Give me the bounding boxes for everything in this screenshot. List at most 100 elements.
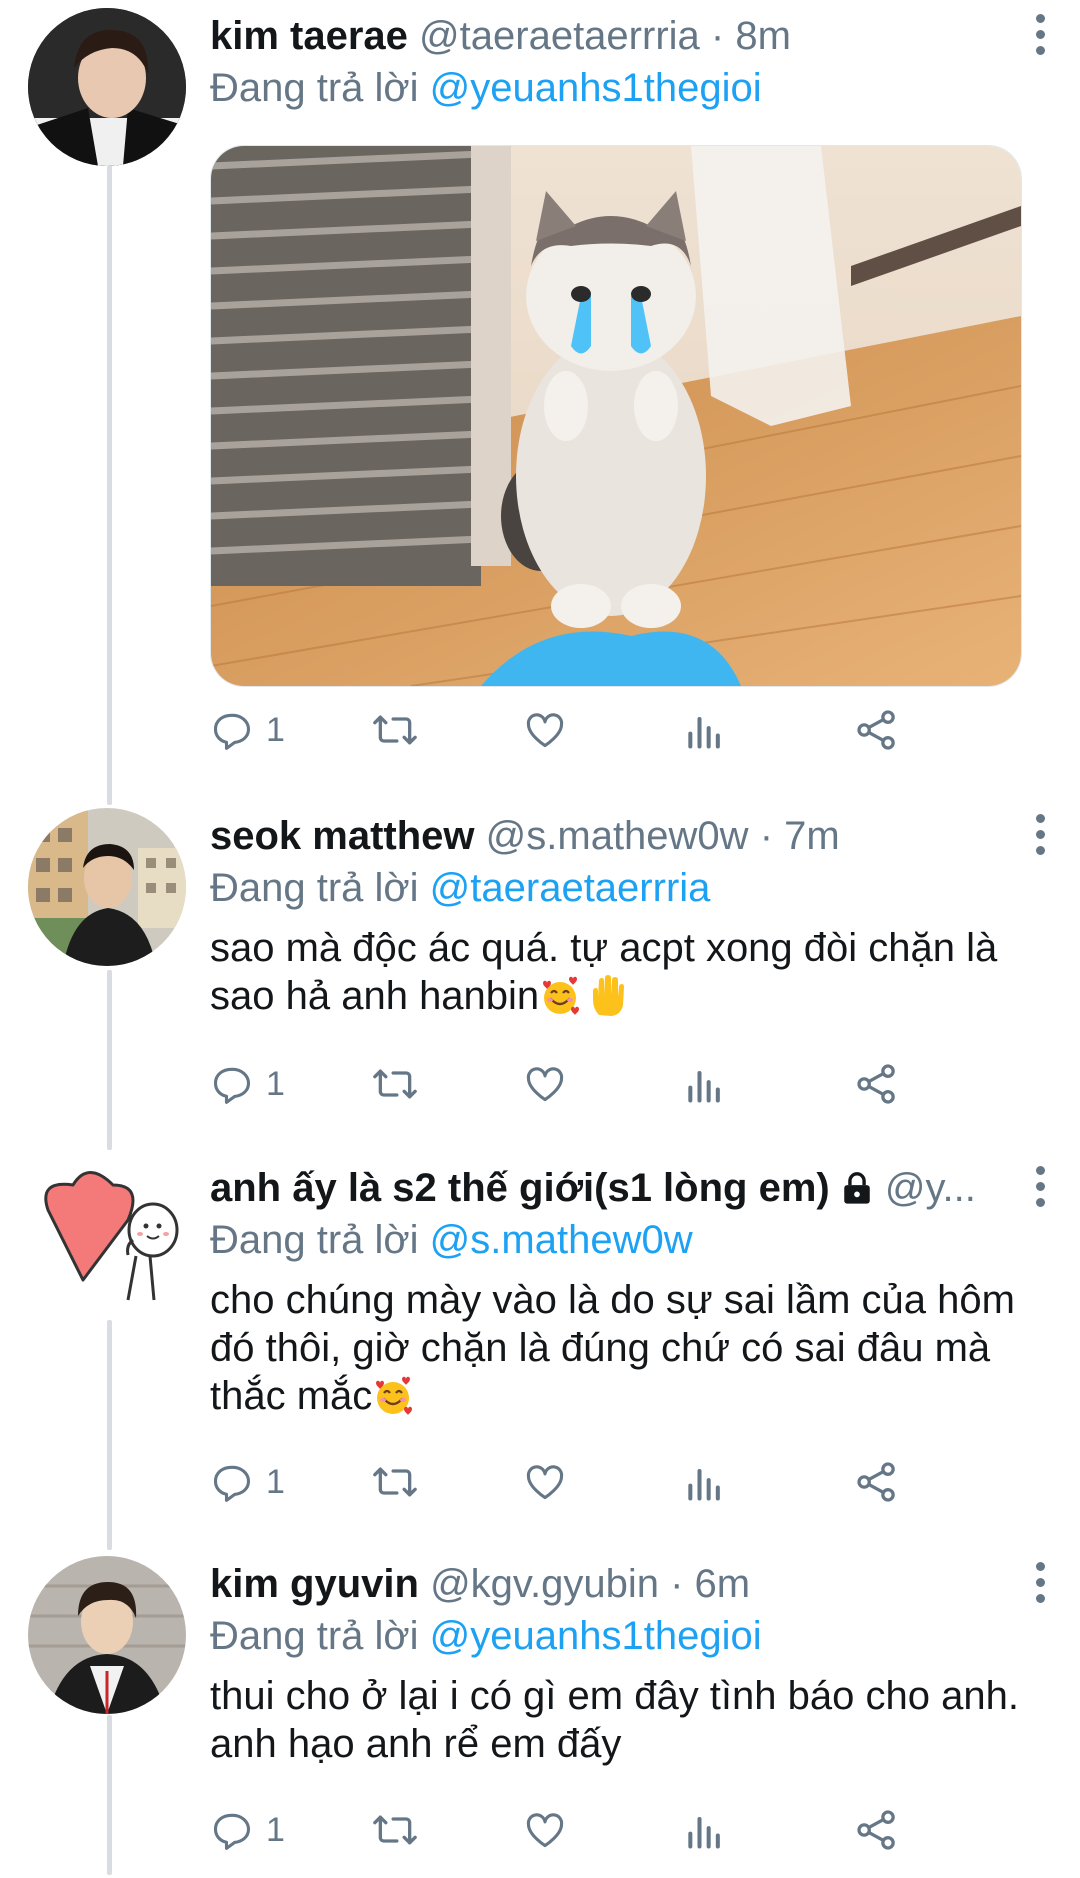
cat-photo — [211, 146, 1021, 686]
avatar[interactable] — [28, 1556, 186, 1714]
share-icon — [857, 710, 895, 750]
like-button[interactable] — [522, 1800, 568, 1860]
mention-link[interactable]: @yeuanhs1thegioi — [430, 66, 762, 110]
share-button[interactable] — [855, 700, 899, 760]
share-button[interactable] — [855, 1800, 899, 1860]
display-name[interactable]: seok matthew — [210, 814, 475, 858]
more-icon[interactable] — [1034, 814, 1046, 855]
analytics-icon — [688, 1468, 720, 1501]
separator: · — [670, 1562, 684, 1606]
tweet[interactable]: kim gyuvin @kgv.gyubin · 6m Đang trả lời… — [0, 1548, 1080, 1878]
raised-hand-icon — [593, 975, 625, 1016]
share-button[interactable] — [855, 1452, 899, 1512]
retweet-icon — [373, 1069, 417, 1099]
share-button[interactable] — [855, 1054, 899, 1114]
like-icon — [526, 1465, 564, 1500]
tweet[interactable]: anh ấy là s2 thế giới(s1 lòng em) @y... … — [0, 1152, 1080, 1547]
mention-link[interactable]: @taeraetaerrria — [430, 866, 711, 910]
tweet-text: cho chúng mày vào là do sự sai lầm của h… — [210, 1276, 1040, 1420]
avatar[interactable] — [28, 1160, 186, 1318]
reply-button[interactable]: 1 — [210, 1054, 285, 1114]
like-icon — [526, 1813, 564, 1848]
replying-label: Đang trả lời — [210, 1218, 419, 1262]
replying-to: Đang trả lời @s.mathew0w — [210, 1214, 1040, 1266]
reply-count: 1 — [266, 1810, 285, 1849]
tweet-actions: 1 — [210, 700, 1010, 760]
username[interactable]: @kgv.gyubin — [430, 1562, 659, 1606]
share-icon — [857, 1064, 895, 1104]
more-icon[interactable] — [1034, 14, 1046, 55]
reply-button[interactable]: 1 — [210, 1452, 285, 1512]
tweet[interactable]: seok matthew @s.mathew0w · 7m Đang trả l… — [0, 800, 1080, 1150]
like-button[interactable] — [522, 700, 568, 760]
tweet-text: thui cho ở lại i có gì em đây tình báo c… — [210, 1674, 1031, 1766]
display-name[interactable]: anh ấy là s2 thế giới(s1 lòng em) — [210, 1166, 830, 1210]
analytics-button[interactable] — [685, 1452, 725, 1512]
avatar[interactable] — [28, 8, 186, 166]
more-icon[interactable] — [1034, 1166, 1046, 1207]
analytics-button[interactable] — [685, 1800, 725, 1860]
tweet-header: anh ấy là s2 thế giới(s1 lòng em) @y... — [210, 1162, 980, 1214]
like-icon — [526, 1067, 564, 1102]
tweet[interactable]: kim taerae @taeraetaerrria · 8m Đang trả… — [0, 0, 1080, 790]
timestamp[interactable]: 7m — [784, 814, 840, 858]
replying-label: Đang trả lời — [210, 1614, 419, 1658]
retweet-button[interactable] — [370, 1054, 420, 1114]
tweet-text-body: cho chúng mày vào là do sự sai lầm của h… — [210, 1278, 1027, 1418]
replying-to: Đang trả lời @taeraetaerrria — [210, 862, 1040, 914]
display-name[interactable]: kim taerae — [210, 14, 408, 58]
reply-count: 1 — [266, 710, 285, 749]
analytics-button[interactable] — [685, 1054, 725, 1114]
retweet-button[interactable] — [370, 1800, 420, 1860]
more-icon[interactable] — [1034, 1562, 1046, 1603]
mention-link[interactable]: @yeuanhs1thegioi — [430, 1614, 762, 1658]
reply-icon — [213, 1465, 251, 1502]
replying-label: Đang trả lời — [210, 866, 419, 910]
analytics-icon — [688, 1816, 720, 1849]
timestamp[interactable]: 8m — [735, 14, 791, 58]
tweet-header: kim taerae @taeraetaerrria · 8m — [210, 10, 990, 62]
retweet-icon — [373, 715, 417, 745]
tweet-header: seok matthew @s.mathew0w · 7m — [210, 810, 990, 862]
reply-count: 1 — [266, 1462, 285, 1501]
replying-to: Đang trả lời @yeuanhs1thegioi — [210, 62, 1040, 114]
separator: · — [710, 14, 725, 58]
smiling-face-with-hearts-icon — [543, 976, 580, 1015]
tweet-header: kim gyuvin @kgv.gyubin · 6m — [210, 1558, 990, 1610]
tweet-text: sao mà độc ác quá. tự acpt xong đòi chặn… — [210, 924, 1040, 1020]
reply-icon — [213, 1813, 251, 1850]
display-name[interactable]: kim gyuvin — [210, 1562, 419, 1606]
reply-icon — [213, 713, 251, 750]
retweet-button[interactable] — [370, 1452, 420, 1512]
replying-to: Đang trả lời @yeuanhs1thegioi — [210, 1610, 1040, 1662]
smiling-face-with-hearts-icon — [376, 1376, 413, 1415]
mention-link[interactable]: @s.mathew0w — [430, 1218, 693, 1262]
like-button[interactable] — [522, 1054, 568, 1114]
reply-count: 1 — [266, 1064, 285, 1103]
replying-label: Đang trả lời — [210, 66, 419, 110]
tweet-actions: 1 — [210, 1054, 1010, 1114]
avatar[interactable] — [28, 808, 186, 966]
separator: · — [759, 814, 774, 858]
lock-icon — [843, 1172, 870, 1204]
reply-button[interactable]: 1 — [210, 700, 285, 760]
tweet-actions: 1 — [210, 1452, 1010, 1512]
analytics-button[interactable] — [685, 700, 725, 760]
reply-icon — [213, 1067, 251, 1104]
username[interactable]: @s.mathew0w — [486, 814, 749, 858]
like-icon — [526, 713, 564, 748]
username[interactable]: @y... — [885, 1166, 976, 1210]
reply-button[interactable]: 1 — [210, 1800, 285, 1860]
analytics-icon — [688, 1070, 720, 1103]
tweet-image[interactable] — [210, 145, 1022, 687]
retweet-button[interactable] — [370, 700, 420, 760]
analytics-icon — [688, 716, 720, 749]
retweet-icon — [373, 1815, 417, 1845]
like-button[interactable] — [522, 1452, 568, 1512]
retweet-icon — [373, 1467, 417, 1497]
timestamp[interactable]: 6m — [695, 1562, 751, 1606]
username[interactable]: @taeraetaerrria — [419, 14, 700, 58]
tweet-actions: 1 — [210, 1800, 1010, 1860]
share-icon — [857, 1462, 895, 1502]
share-icon — [857, 1810, 895, 1850]
